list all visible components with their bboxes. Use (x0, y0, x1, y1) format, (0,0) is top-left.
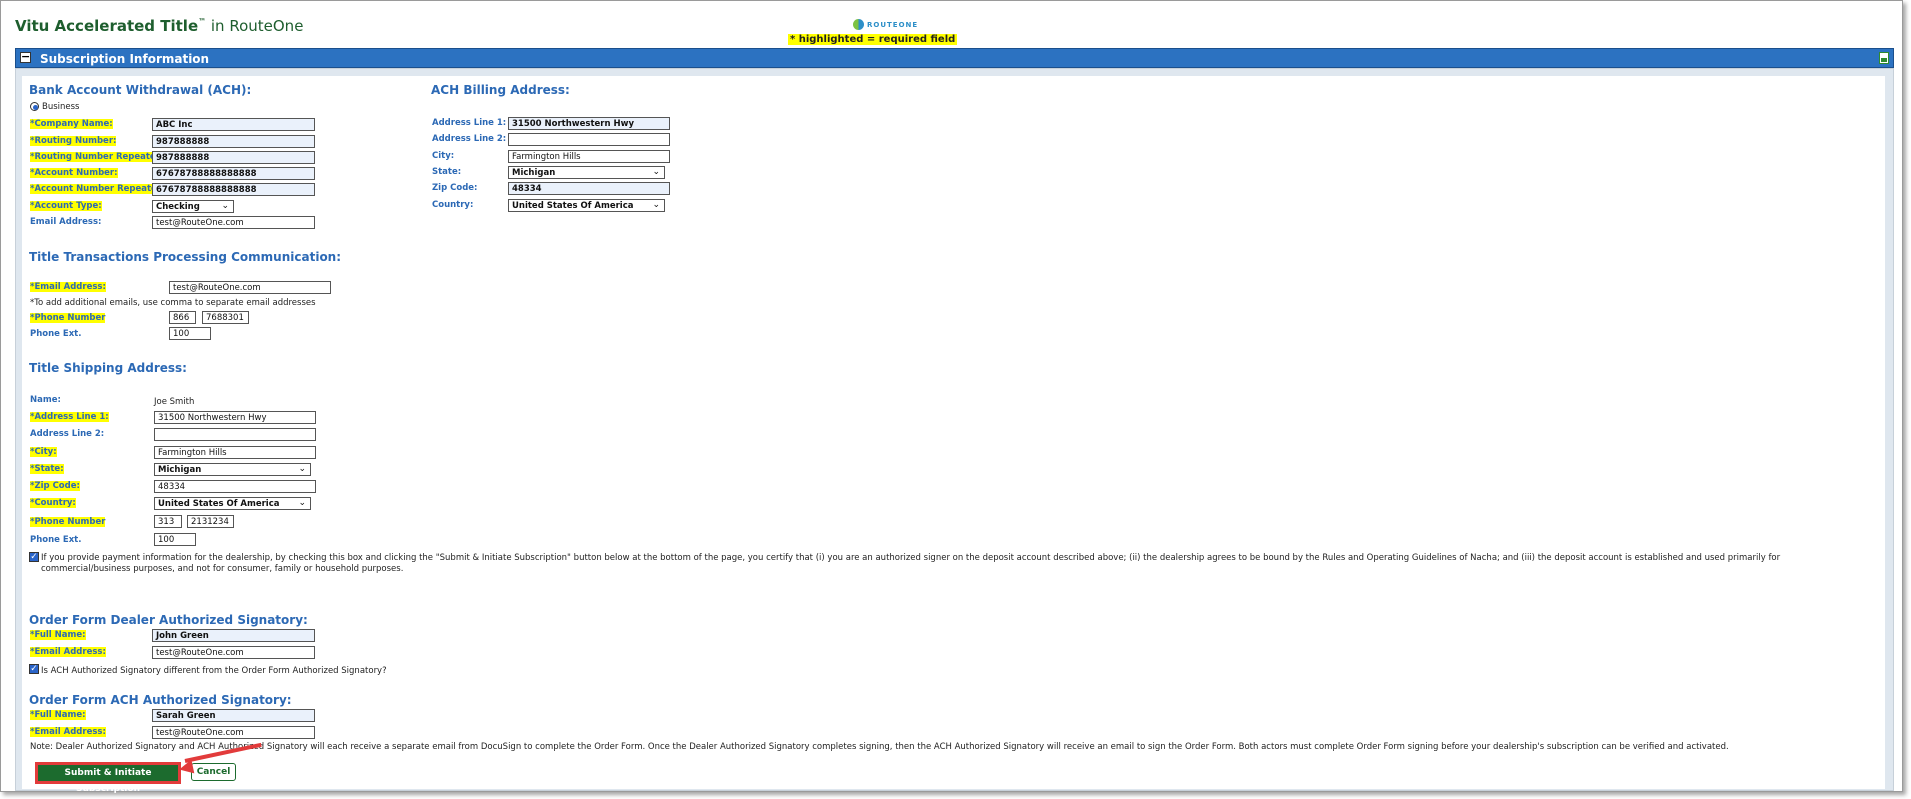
routing-number-input[interactable]: 987888888 (152, 135, 315, 148)
comm-phone-number-input[interactable]: 7688301 (202, 311, 249, 324)
account-type-select[interactable]: Checking ⌄ (152, 200, 234, 213)
document-icon[interactable] (1879, 52, 1889, 64)
billing-heading: ACH Billing Address: (431, 83, 570, 97)
cancel-button[interactable]: Cancel (191, 763, 236, 781)
comm-phone-area-input[interactable]: 866 (169, 311, 196, 324)
shipping-heading: Title Shipping Address: (29, 361, 187, 375)
app-title: Vitu Accelerated Title™ in RouteOne (15, 17, 304, 35)
routing-number-repeated-input[interactable]: 987888888 (152, 151, 315, 164)
company-name-input[interactable]: ABC Inc (152, 118, 315, 131)
business-radio-label: Business (42, 102, 80, 112)
comm-email-input[interactable]: test@RouteOne.com (169, 281, 331, 294)
certify-checkbox[interactable]: ✓ (29, 552, 39, 562)
ach-signatory-different-checkbox[interactable]: ✓ (29, 664, 39, 674)
comm-phone-ext-label: Phone Ext. (30, 329, 82, 339)
certification-text: If you provide payment information for t… (41, 553, 1781, 574)
chevron-down-icon: ⌄ (652, 167, 660, 177)
routing-number-label: *Routing Number: (30, 136, 117, 146)
submit-initiate-subscription-button[interactable]: Submit & Initiate Subscription (35, 762, 181, 794)
shipping-country-label: *Country: (30, 498, 76, 508)
billing-address-line2-label: Address Line 2: (432, 134, 507, 144)
annotation-arrowhead-icon (177, 759, 195, 777)
dealer-full-name-label: *Full Name: (30, 630, 86, 640)
dealer-signatory-heading: Order Form Dealer Authorized Signatory: (29, 613, 308, 627)
billing-zip-input[interactable]: 48334 (508, 182, 670, 195)
account-number-repeated-label: *Account Number Repeated: (30, 184, 167, 194)
shipping-phone-label: *Phone Number (30, 517, 106, 527)
account-number-input[interactable]: 67678788888888888 (152, 167, 315, 180)
billing-address-line1-input[interactable]: 31500 Northwestern Hwy (508, 117, 670, 130)
ach-full-name-input[interactable]: Sarah Green (152, 709, 315, 722)
shipping-address-line1-input[interactable]: 31500 Northwestern Hwy (154, 411, 316, 424)
billing-country-select[interactable]: United States Of America ⌄ (508, 199, 665, 212)
ach-signatory-heading: Order Form ACH Authorized Signatory: (29, 693, 292, 707)
dealer-full-name-input[interactable]: John Green (152, 629, 315, 642)
communication-heading: Title Transactions Processing Communicat… (29, 250, 342, 264)
ach-email-input[interactable]: test@RouteOne.com (152, 216, 315, 229)
collapse-icon[interactable]: − (20, 51, 31, 63)
section-title: Subscription Information (40, 52, 210, 66)
ach-heading: Bank Account Withdrawal (ACH): (29, 83, 252, 97)
docusign-note: Note: Dealer Authorized Signatory and AC… (30, 742, 1729, 752)
shipping-phone-ext-label: Phone Ext. (30, 535, 82, 545)
comm-phone-ext-input[interactable]: 100 (169, 327, 211, 340)
billing-address-line1-label: Address Line 1: (432, 118, 507, 128)
shipping-address-line1-label: *Address Line 1: (30, 412, 109, 422)
page-frame: Vitu Accelerated Title™ in RouteOne ROUT… (0, 0, 1903, 794)
routeone-logo-icon (853, 19, 864, 30)
shipping-city-label: *City: (30, 447, 57, 457)
shipping-address-line2-input[interactable] (154, 428, 316, 441)
shipping-address-line2-label: Address Line 2: (30, 429, 105, 439)
account-type-label: *Account Type: (30, 201, 102, 211)
billing-state-label: State: (432, 167, 462, 177)
ach-email-label: Email Address: (30, 217, 102, 227)
routeone-logo: ROUTEONE (853, 19, 918, 30)
shipping-name-value: Joe Smith (154, 397, 195, 407)
routing-number-repeated-label: *Routing Number Repeated: (30, 152, 166, 162)
shipping-phone-area-input[interactable]: 313 (154, 515, 182, 528)
shipping-zip-input[interactable]: 48334 (154, 480, 316, 493)
chevron-down-icon: ⌄ (298, 498, 306, 508)
section-header-bar: − Subscription Information (15, 48, 1894, 68)
ach-signatory-email-label: *Email Address: (30, 727, 106, 737)
account-number-label: *Account Number: (30, 168, 118, 178)
chevron-down-icon: ⌄ (298, 464, 306, 474)
billing-city-label: City: (432, 151, 455, 161)
shipping-state-label: *State: (30, 464, 64, 474)
dealer-email-label: *Email Address: (30, 647, 106, 657)
account-number-repeated-input[interactable]: 67678788888888888 (152, 183, 315, 196)
dealer-email-input[interactable]: test@RouteOne.com (152, 646, 315, 659)
shipping-city-input[interactable]: Farmington Hills (154, 446, 316, 459)
billing-address-line2-input[interactable] (508, 133, 670, 146)
billing-state-select[interactable]: Michigan ⌄ (508, 166, 665, 179)
billing-zip-label: Zip Code: (432, 183, 478, 193)
comm-email-note: *To add additional emails, use comma to … (30, 298, 316, 308)
ach-signatory-different-label: Is ACH Authorized Signatory different fr… (41, 666, 387, 676)
chevron-down-icon: ⌄ (652, 200, 660, 210)
billing-country-label: Country: (432, 200, 474, 210)
billing-city-input[interactable]: Farmington Hills (508, 150, 670, 163)
company-name-label: *Company Name: (30, 119, 113, 129)
ach-signatory-email-input[interactable]: test@RouteOne.com (152, 726, 315, 739)
shipping-zip-label: *Zip Code: (30, 481, 80, 491)
comm-phone-label: *Phone Number (30, 313, 106, 323)
shipping-phone-ext-input[interactable]: 100 (154, 533, 196, 546)
shipping-country-select[interactable]: United States Of America ⌄ (154, 497, 311, 510)
business-radio[interactable] (30, 102, 39, 111)
chevron-down-icon: ⌄ (221, 201, 229, 211)
shipping-phone-number-input[interactable]: 2131234 (187, 515, 234, 528)
shipping-name-label: Name: (30, 395, 61, 405)
comm-email-label: *Email Address: (30, 282, 106, 292)
ach-full-name-label: *Full Name: (30, 710, 86, 720)
required-field-note: * highlighted = required field (788, 34, 958, 45)
shipping-state-select[interactable]: Michigan ⌄ (154, 463, 311, 476)
